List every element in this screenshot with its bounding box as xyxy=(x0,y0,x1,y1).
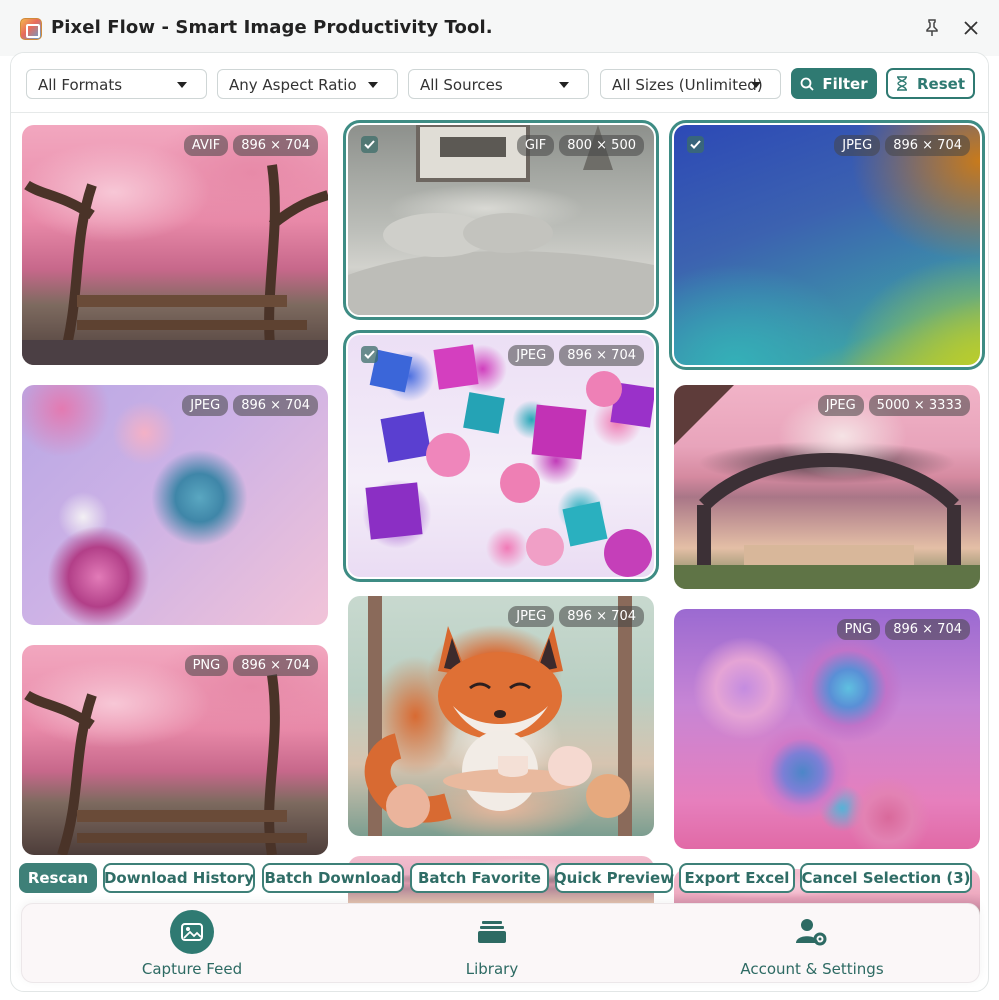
dimensions-badge: 896 × 704 xyxy=(885,135,970,156)
batch-action-bar: Rescan Download History Batch Download B… xyxy=(19,863,984,895)
quick-preview-button[interactable]: Quick Preview xyxy=(554,863,674,893)
nav-capture-feed[interactable]: Capture Feed xyxy=(122,904,262,984)
image-gallery-icon xyxy=(170,910,214,954)
size-select[interactable]: All Sizes (Unlimited) xyxy=(600,69,781,99)
nav-account-settings-label: Account & Settings xyxy=(740,960,884,978)
pin-icon[interactable] xyxy=(920,16,944,40)
nav-capture-feed-label: Capture Feed xyxy=(141,960,243,978)
image-tile[interactable]: PNG 896 × 704 xyxy=(22,645,328,855)
title-bar: Pixel Flow - Smart Image Productivity To… xyxy=(0,0,999,56)
image-tile[interactable]: GIF 800 × 500 xyxy=(343,120,659,320)
format-badge: JPEG xyxy=(508,345,555,366)
format-select-value: All Formats xyxy=(38,76,123,94)
filter-bar: All Formats Any Aspect Ratio All Sources… xyxy=(11,53,988,113)
dimensions-badge: 896 × 704 xyxy=(559,345,644,366)
dimensions-badge: 896 × 704 xyxy=(885,619,970,640)
source-select-value: All Sources xyxy=(420,76,503,94)
chevron-down-icon xyxy=(559,82,569,88)
close-icon[interactable] xyxy=(959,16,983,40)
chevron-down-icon xyxy=(368,82,378,88)
main-panel: All Formats Any Aspect Ratio All Sources… xyxy=(10,52,989,992)
reset-button-label: Reset xyxy=(917,74,965,93)
download-history-button[interactable]: Download History xyxy=(103,863,255,893)
cancel-selection-button[interactable]: Cancel Selection (3) xyxy=(800,863,972,893)
search-icon xyxy=(800,77,814,91)
format-badge: JPEG xyxy=(508,606,555,627)
dimensions-badge: 896 × 704 xyxy=(233,395,318,416)
filter-button-label: Filter xyxy=(822,74,868,93)
dimensions-badge: 896 × 704 xyxy=(233,655,318,676)
blossom-illustration xyxy=(24,674,307,855)
window-title: Pixel Flow - Smart Image Productivity To… xyxy=(51,17,493,38)
hourglass-icon xyxy=(897,76,907,91)
size-select-value: All Sizes (Unlimited) xyxy=(612,76,763,94)
nav-library-label: Library xyxy=(465,960,519,978)
user-settings-icon xyxy=(790,910,834,954)
dimensions-badge: 896 × 704 xyxy=(559,606,644,627)
blossom-illustration xyxy=(22,164,328,365)
image-tile[interactable]: AVIF 896 × 704 xyxy=(22,125,328,365)
selected-check-icon[interactable] xyxy=(361,136,378,153)
nav-account-settings[interactable]: Account & Settings xyxy=(722,904,902,984)
fox-illustration xyxy=(364,596,632,836)
dimensions-badge: 896 × 704 xyxy=(233,135,318,156)
format-badge: PNG xyxy=(184,655,229,676)
batch-download-button[interactable]: Batch Download xyxy=(262,863,404,893)
format-badge: JPEG xyxy=(817,395,864,416)
dimensions-badge: 5000 × 3333 xyxy=(868,395,970,416)
image-tile[interactable]: PNG 896 × 704 xyxy=(674,609,980,849)
nav-library[interactable]: Library xyxy=(422,904,562,984)
source-select[interactable]: All Sources xyxy=(408,69,589,99)
image-tile[interactable]: JPEG 896 × 704 xyxy=(343,330,659,582)
format-select[interactable]: All Formats xyxy=(26,69,207,99)
aspect-select[interactable]: Any Aspect Ratio xyxy=(217,69,398,99)
bottom-navigation: Capture Feed Library Account & Settings xyxy=(21,903,980,983)
format-badge: JPEG xyxy=(182,395,229,416)
format-badge: AVIF xyxy=(183,135,229,156)
chevron-down-icon xyxy=(177,82,187,88)
export-excel-button[interactable]: Export Excel xyxy=(679,863,795,893)
image-tile[interactable]: JPEG 896 × 704 xyxy=(348,596,654,836)
dimensions-badge: 800 × 500 xyxy=(559,135,644,156)
aspect-select-value: Any Aspect Ratio xyxy=(229,76,357,94)
rescan-button[interactable]: Rescan xyxy=(19,863,97,893)
format-badge: PNG xyxy=(836,619,881,640)
filter-button[interactable]: Filter xyxy=(791,68,877,99)
app-logo-icon xyxy=(20,18,42,40)
reset-button[interactable]: Reset xyxy=(886,68,975,99)
cubes-illustration xyxy=(365,344,654,577)
image-tile[interactable]: JPEG 896 × 704 xyxy=(22,385,328,625)
image-tile[interactable]: JPEG 5000 × 3333 xyxy=(674,385,980,589)
image-tile[interactable]: JPEG 896 × 704 xyxy=(669,120,985,370)
batch-favorite-button[interactable]: Batch Favorite xyxy=(410,863,549,893)
selected-check-icon[interactable] xyxy=(361,346,378,363)
format-badge: GIF xyxy=(516,135,555,156)
library-icon xyxy=(470,910,514,954)
selected-check-icon[interactable] xyxy=(687,136,704,153)
chevron-down-icon xyxy=(751,82,761,88)
format-badge: JPEG xyxy=(834,135,881,156)
